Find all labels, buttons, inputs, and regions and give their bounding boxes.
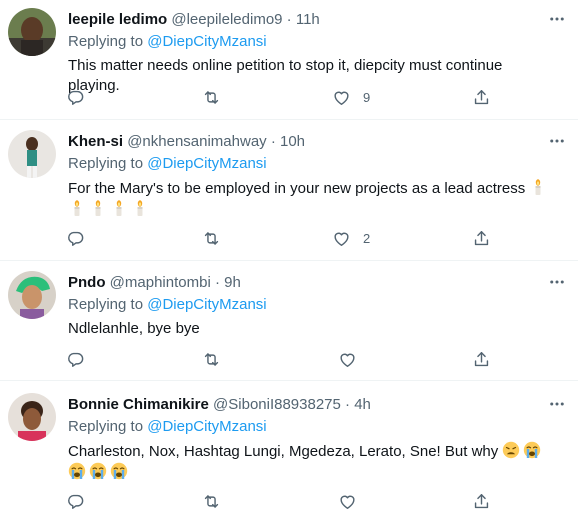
- user-handle[interactable]: @nkhensanimahway: [127, 133, 266, 150]
- separator-dot: ·: [345, 396, 351, 413]
- tweet-text-body: Charleston, Nox, Hashtag Lungi, Mgedeza,…: [68, 443, 499, 460]
- reply-button[interactable]: [66, 490, 85, 512]
- candle-emoji: [529, 178, 547, 196]
- like-button[interactable]: [338, 348, 357, 370]
- avatar[interactable]: [8, 393, 56, 441]
- tweet-text: For the Mary's to be employed in your ne…: [68, 178, 554, 220]
- mention-link[interactable]: @DiepCityMzansi: [147, 33, 266, 50]
- reply-button[interactable]: [66, 86, 85, 108]
- retweet-button[interactable]: [202, 227, 221, 249]
- tweet-header: Bonnie Chimanikire @SiboniI88938275 · 4h: [68, 395, 554, 415]
- weary-face-emoji: [502, 441, 520, 459]
- retweet-icon: [202, 88, 221, 107]
- display-name[interactable]: Bonnie Chimanikire: [68, 396, 209, 413]
- separator-dot: ·: [286, 11, 292, 28]
- replying-to-label: Replying to: [68, 155, 148, 172]
- share-button[interactable]: [472, 348, 491, 370]
- more-icon[interactable]: [548, 395, 566, 413]
- loudly-crying-face-emoji: [89, 462, 107, 480]
- share-button[interactable]: [472, 86, 491, 108]
- mention-link[interactable]: @DiepCityMzansi: [147, 155, 266, 172]
- tweet-text: Charleston, Nox, Hashtag Lungi, Mgedeza,…: [68, 441, 554, 483]
- tweet[interactable]: Khen-si @nkhensanimahway · 10h Replying …: [0, 120, 578, 261]
- user-handle[interactable]: @maphintombi: [110, 274, 211, 291]
- replying-to: Replying to @DiepCityMzansi: [68, 417, 554, 437]
- share-icon: [472, 88, 491, 107]
- candle-emoji: [110, 199, 128, 217]
- like-button[interactable]: [338, 490, 357, 512]
- loudly-crying-face-emoji: [68, 462, 86, 480]
- share-icon: [472, 492, 491, 511]
- tweet-text-body: For the Mary's to be employed in your ne…: [68, 180, 526, 197]
- replying-to: Replying to @DiepCityMzansi: [68, 154, 554, 174]
- tweet[interactable]: Bonnie Chimanikire @SiboniI88938275 · 4h…: [0, 381, 578, 512]
- retweet-button[interactable]: [202, 86, 221, 108]
- heart-icon: [332, 229, 351, 248]
- replying-to-label: Replying to: [68, 418, 148, 435]
- candle-emoji: [89, 199, 107, 217]
- avatar[interactable]: [8, 130, 56, 178]
- candle-emoji: [68, 199, 86, 217]
- timestamp[interactable]: 11h: [296, 11, 320, 28]
- mention-link[interactable]: @DiepCityMzansi: [147, 296, 266, 313]
- like-button[interactable]: 2: [332, 227, 370, 249]
- replying-to: Replying to @DiepCityMzansi: [68, 32, 554, 52]
- retweet-button[interactable]: [202, 490, 221, 512]
- avatar[interactable]: [8, 271, 56, 319]
- retweet-icon: [202, 229, 221, 248]
- replying-to: Replying to @DiepCityMzansi: [68, 295, 554, 315]
- retweet-icon: [202, 350, 221, 369]
- heart-icon: [338, 492, 357, 511]
- tweet-text-body: Ndlelanhle, bye bye: [68, 320, 200, 337]
- reply-button[interactable]: [66, 227, 85, 249]
- replying-to-label: Replying to: [68, 33, 148, 50]
- reply-feed: leepile ledimo @leepileledimo9 · 11h Rep…: [0, 0, 578, 512]
- replying-to-label: Replying to: [68, 296, 148, 313]
- more-icon[interactable]: [548, 273, 566, 291]
- like-button[interactable]: 9: [332, 86, 370, 108]
- reply-icon: [66, 88, 85, 107]
- retweet-icon: [202, 492, 221, 511]
- user-handle[interactable]: @leepileledimo9: [171, 11, 282, 28]
- reply-icon: [66, 350, 85, 369]
- mention-link[interactable]: @DiepCityMzansi: [147, 418, 266, 435]
- reply-button[interactable]: [66, 348, 85, 370]
- timestamp[interactable]: 9h: [224, 274, 241, 291]
- display-name[interactable]: Pndo: [68, 274, 106, 291]
- share-button[interactable]: [472, 227, 491, 249]
- like-count: 2: [363, 230, 371, 246]
- like-count: 9: [363, 89, 371, 105]
- share-button[interactable]: [472, 490, 491, 512]
- share-icon: [472, 350, 491, 369]
- timestamp[interactable]: 10h: [280, 133, 305, 150]
- heart-icon: [338, 350, 357, 369]
- more-icon[interactable]: [548, 132, 566, 150]
- more-icon[interactable]: [548, 10, 566, 28]
- display-name[interactable]: Khen-si: [68, 133, 123, 150]
- tweet-text: Ndlelanhle, bye bye: [68, 319, 554, 339]
- reply-icon: [66, 229, 85, 248]
- heart-icon: [332, 88, 351, 107]
- avatar[interactable]: [8, 8, 56, 56]
- tweet[interactable]: Pndo @maphintombi · 9h Replying to @Diep…: [0, 261, 578, 381]
- user-handle[interactable]: @SiboniI88938275: [213, 396, 341, 413]
- timestamp[interactable]: 4h: [354, 396, 371, 413]
- tweet[interactable]: leepile ledimo @leepileledimo9 · 11h Rep…: [0, 0, 578, 120]
- tweet-header: Pndo @maphintombi · 9h: [68, 273, 554, 293]
- separator-dot: ·: [270, 133, 276, 150]
- share-icon: [472, 229, 491, 248]
- display-name[interactable]: leepile ledimo: [68, 11, 167, 28]
- tweet-header: Khen-si @nkhensanimahway · 10h: [68, 132, 554, 152]
- reply-icon: [66, 492, 85, 511]
- loudly-crying-face-emoji: [523, 441, 541, 459]
- tweet-header: leepile ledimo @leepileledimo9 · 11h: [68, 10, 554, 30]
- candle-emoji: [131, 199, 149, 217]
- loudly-crying-face-emoji: [110, 462, 128, 480]
- separator-dot: ·: [214, 274, 220, 291]
- retweet-button[interactable]: [202, 348, 221, 370]
